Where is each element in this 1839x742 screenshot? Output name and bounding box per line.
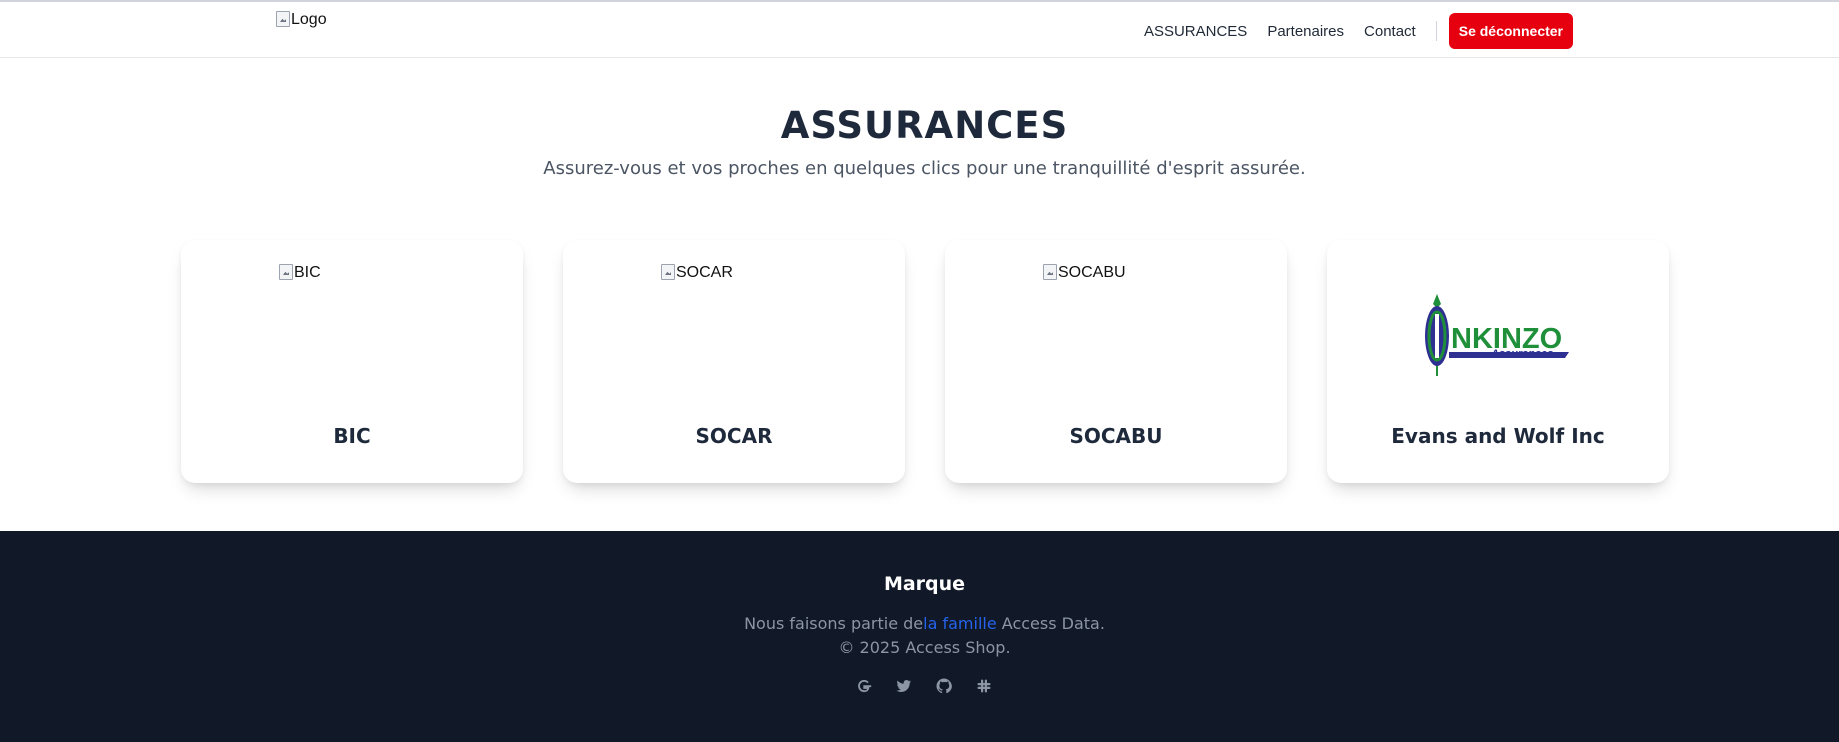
- insurer-name: SOCAR: [695, 424, 773, 448]
- insurer-logo-alt: BIC: [294, 264, 321, 281]
- site-footer: Marque Nous faisons partie dela famille …: [0, 531, 1839, 742]
- twitter-icon[interactable]: [896, 678, 912, 694]
- social-links: [856, 678, 1016, 694]
- insurer-card-socar[interactable]: SOCAR SOCAR: [563, 240, 905, 483]
- site-header: Logo ASSURANCES Partenaires Contact Se d…: [0, 2, 1839, 58]
- broken-image-icon: [276, 11, 290, 27]
- insurer-cards: BIC BIC SOCAR SOCAR SOCABU SOCABU NKINZO…: [181, 240, 1669, 483]
- footer-copyright: © 2025 Access Shop.: [838, 638, 1011, 657]
- insurer-logo-alt: SOCABU: [1058, 264, 1126, 281]
- insurer-card-evans-and-wolf[interactable]: NKINZO Assurances Evans and Wolf Inc: [1327, 240, 1669, 483]
- insurer-card-socabu[interactable]: SOCABU SOCABU: [945, 240, 1287, 483]
- page-title: ASSURANCES: [780, 104, 1069, 147]
- footer-family-prefix: Nous faisons partie de: [744, 614, 924, 633]
- insurer-logo: SOCABU: [1043, 264, 1126, 282]
- broken-image-icon: [1043, 264, 1057, 280]
- footer-family-suffix: Access Data.: [996, 614, 1105, 633]
- nav-divider: [1435, 21, 1437, 41]
- logo-alt-text: Logo: [291, 11, 327, 28]
- insurer-name: BIC: [333, 424, 371, 448]
- page-subtitle: Assurez-vous et vos proches en quelques …: [543, 158, 1306, 179]
- github-icon[interactable]: [936, 678, 952, 694]
- broken-image-icon: [279, 264, 293, 280]
- slack-icon[interactable]: [976, 678, 992, 694]
- insurer-logo: SOCAR: [661, 264, 733, 282]
- google-icon[interactable]: [856, 678, 872, 694]
- footer-brand: Marque: [883, 573, 966, 595]
- footer-family-text: Nous faisons partie dela famille Access …: [0, 614, 1839, 633]
- broken-image-icon: [661, 264, 675, 280]
- family-link[interactable]: la famille: [923, 614, 997, 633]
- nav-link-assurances[interactable]: ASSURANCES: [1144, 23, 1247, 40]
- logo[interactable]: Logo: [276, 11, 327, 29]
- insurer-logo: BIC: [279, 264, 321, 282]
- inkinzo-logo: NKINZO Assurances: [1425, 294, 1569, 376]
- insurer-logo-alt: SOCAR: [676, 264, 733, 281]
- main-nav: ASSURANCES Partenaires Contact Se déconn…: [1144, 12, 1573, 50]
- nav-link-contact[interactable]: Contact: [1364, 23, 1416, 40]
- insurer-name: Evans and Wolf Inc: [1391, 424, 1605, 448]
- logout-button[interactable]: Se déconnecter: [1448, 13, 1573, 49]
- insurer-card-bic[interactable]: BIC BIC: [181, 240, 523, 483]
- insurer-name: SOCABU: [1069, 424, 1163, 448]
- nav-link-partenaires[interactable]: Partenaires: [1267, 23, 1344, 40]
- svg-text:Assurances: Assurances: [1490, 348, 1553, 360]
